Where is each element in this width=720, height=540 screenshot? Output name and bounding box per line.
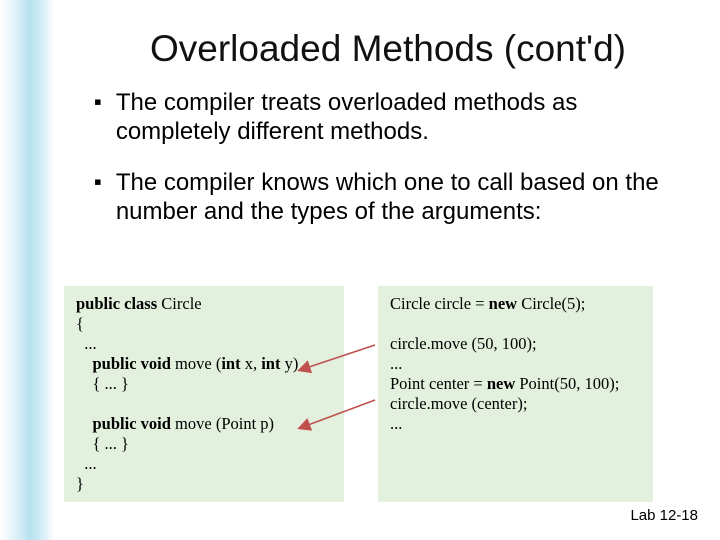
code-text: { ... } <box>76 434 129 453</box>
code-text: Point(50, 100); <box>515 374 619 393</box>
code-keyword: public class <box>76 294 157 313</box>
bullet-list: ▪ The compiler treats overloaded methods… <box>94 88 682 226</box>
code-block-right: Circle circle = new Circle(5); circle.mo… <box>378 286 653 502</box>
code-text: move ( <box>171 354 221 373</box>
code-area: public class Circle { ... public void mo… <box>64 286 653 502</box>
code-text: Circle circle = <box>390 294 489 313</box>
code-text: x, <box>241 354 262 373</box>
code-text: circle.move (50, 100); <box>390 334 537 353</box>
code-text: ... <box>76 454 97 473</box>
code-text: Point center = <box>390 374 487 393</box>
slide-content: Overloaded Methods (cont'd) ▪ The compil… <box>0 0 720 540</box>
code-text: move (Point p) <box>171 414 274 433</box>
code-keyword: new <box>489 294 517 313</box>
bullet-text: The compiler knows which one to call bas… <box>116 168 682 226</box>
code-block-left: public class Circle { ... public void mo… <box>64 286 344 502</box>
slide-title: Overloaded Methods (cont'd) <box>84 28 692 70</box>
code-text: y) <box>280 354 298 373</box>
code-text: { ... } <box>76 374 129 393</box>
code-text: ... <box>390 414 402 433</box>
bullet-item: ▪ The compiler treats overloaded methods… <box>94 88 682 146</box>
bullet-text: The compiler treats overloaded methods a… <box>116 88 682 146</box>
bullet-mark-icon: ▪ <box>94 168 102 196</box>
code-text: circle.move (center); <box>390 394 527 413</box>
code-keyword: int <box>261 354 280 373</box>
code-text: ... <box>390 354 402 373</box>
slide: Overloaded Methods (cont'd) ▪ The compil… <box>0 0 720 540</box>
bullet-item: ▪ The compiler knows which one to call b… <box>94 168 682 226</box>
slide-footer: Lab 12-18 <box>630 507 698 524</box>
code-keyword: public void <box>76 354 171 373</box>
code-keyword: new <box>487 374 515 393</box>
code-text: Circle <box>157 294 201 313</box>
code-keyword: int <box>221 354 240 373</box>
code-text: ... <box>76 334 97 353</box>
code-text: Circle(5); <box>517 294 585 313</box>
code-text: } <box>76 474 84 493</box>
code-keyword: public void <box>76 414 171 433</box>
code-text: { <box>76 314 84 333</box>
bullet-mark-icon: ▪ <box>94 88 102 116</box>
